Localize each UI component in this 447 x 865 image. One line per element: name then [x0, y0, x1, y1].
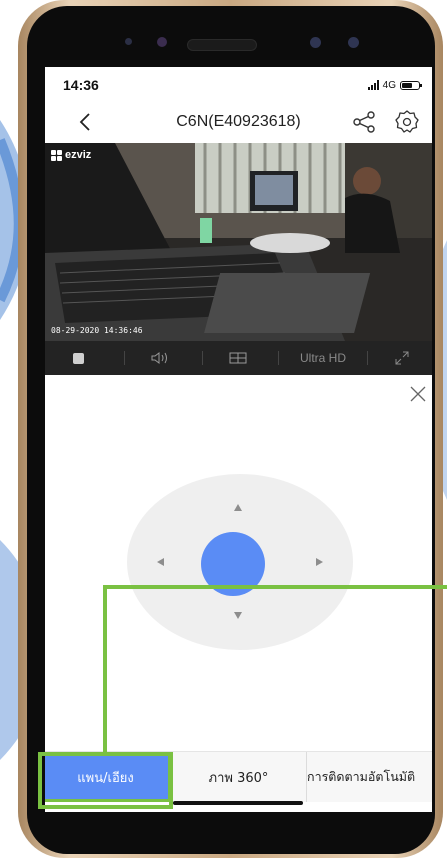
callout-highlight-box — [38, 752, 173, 809]
status-indicators: 4G — [367, 78, 422, 92]
battery-icon — [400, 80, 422, 90]
playback-controls: Ultra HD — [45, 341, 432, 375]
tab-image-360[interactable]: ภาพ 360° — [171, 752, 306, 802]
close-icon[interactable] — [409, 385, 427, 403]
arrow-down-icon[interactable] — [234, 612, 242, 619]
settings-gear-icon[interactable] — [394, 109, 420, 135]
sensor-right — [310, 37, 321, 48]
home-indicator — [173, 801, 303, 805]
arrow-up-icon[interactable] — [234, 504, 242, 511]
ezviz-brand: ezviz — [65, 149, 92, 161]
status-bar: 14:36 4G — [45, 67, 432, 101]
network-type: 4G — [382, 79, 396, 91]
stop-icon — [72, 352, 84, 364]
live-video-feed[interactable]: ezviz 08-29-2020 14:36:46 — [45, 143, 432, 341]
video-timestamp: 08-29-2020 14:36:46 — [51, 326, 143, 335]
front-camera — [125, 38, 132, 45]
multi-view-button[interactable] — [213, 341, 263, 375]
control-divider — [278, 351, 279, 365]
control-divider — [124, 351, 125, 365]
quality-label: Ultra HD — [299, 351, 346, 365]
status-time: 14:36 — [63, 77, 99, 93]
earpiece-speaker — [187, 39, 257, 51]
callout-line-vertical — [103, 585, 107, 755]
control-divider — [367, 351, 368, 365]
share-icon[interactable] — [352, 110, 376, 134]
sensor-left — [157, 37, 167, 47]
sound-button[interactable] — [135, 341, 185, 375]
stop-button[interactable] — [53, 341, 103, 375]
arrow-right-icon[interactable] — [316, 558, 323, 566]
control-divider — [202, 351, 203, 365]
fullscreen-button[interactable] — [377, 341, 427, 375]
video-scene — [45, 143, 432, 341]
ptz-direction-pad[interactable] — [127, 474, 353, 650]
quality-button[interactable]: Ultra HD — [283, 341, 363, 375]
sensor-far-right — [348, 37, 359, 48]
grid-view-icon — [229, 352, 247, 364]
speaker-icon — [151, 352, 167, 364]
tab-auto-tracking[interactable]: การติดตามอัตโนมัติ — [307, 752, 432, 802]
callout-line-horizontal — [103, 585, 447, 589]
signal-icon — [367, 80, 379, 90]
nav-bar: C6N(E40923618) — [45, 101, 432, 143]
fullscreen-icon — [395, 351, 409, 365]
arrow-left-icon[interactable] — [157, 558, 164, 566]
ezviz-mark-icon — [51, 149, 62, 161]
ezviz-logo: ezviz — [51, 149, 91, 161]
